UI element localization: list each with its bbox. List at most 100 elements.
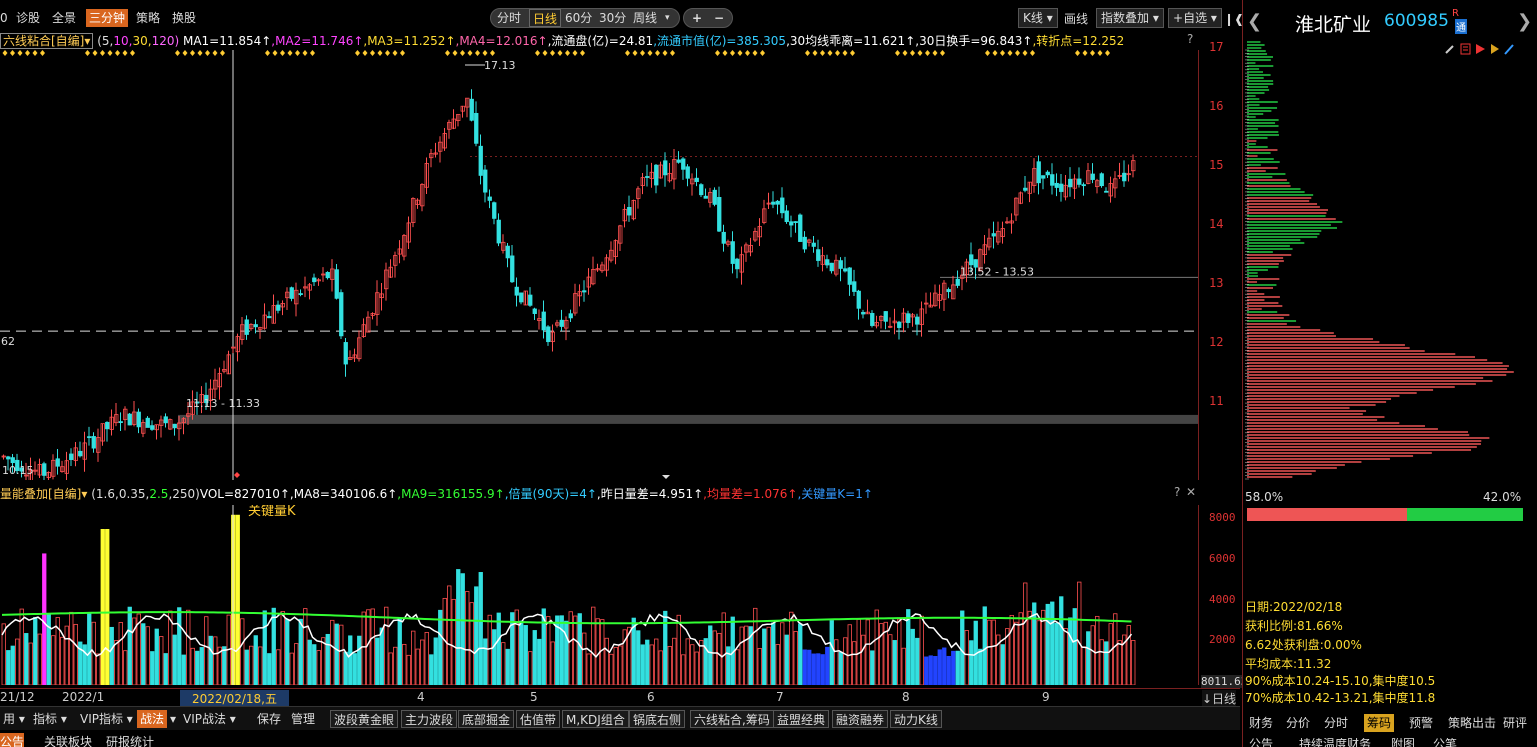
price-tick: 13 <box>1209 276 1224 290</box>
candle <box>10 457 15 464</box>
footer-tab-0[interactable]: 公告 <box>0 733 25 747</box>
zoom-out-button[interactable]: − <box>714 9 724 27</box>
candle <box>798 214 803 242</box>
bottom-tool-9[interactable]: 主力波段 <box>401 710 458 728</box>
menu-item-switch-stock[interactable]: 换股 <box>172 9 196 27</box>
right-bottom-tab[interactable]: 公告 <box>1249 738 1273 747</box>
volume-bar <box>42 553 47 686</box>
volume-indicator-selector[interactable]: 量能叠加[自编]▾ <box>0 487 87 501</box>
bottom-tool-15[interactable]: 益盟经典 <box>773 710 830 728</box>
volume-bar <box>339 624 344 686</box>
candle <box>334 269 339 299</box>
bottom-tool-11[interactable]: 估值带 <box>516 710 561 728</box>
right-tab[interactable]: 分价 <box>1283 714 1313 732</box>
volume-bar <box>780 622 785 686</box>
signal-marker <box>355 50 360 56</box>
right-tab[interactable]: 财务 <box>1246 714 1276 732</box>
candle <box>730 241 735 264</box>
signal-marker <box>100 50 105 56</box>
period-daily[interactable]: 日线 <box>529 9 562 27</box>
right-tab[interactable]: 分时 <box>1321 714 1351 732</box>
bottom-tool-2[interactable]: VIP指标 ▾ <box>77 710 136 728</box>
volume-bar <box>654 638 659 686</box>
right-tab[interactable]: 预警 <box>1406 714 1436 732</box>
prev-stock-icon[interactable]: ❮ <box>1247 11 1262 32</box>
volume-bar <box>474 586 479 686</box>
signal-marker <box>1075 50 1080 56</box>
indicator-help-icon[interactable]: ? <box>1187 32 1193 46</box>
volume-indicator-header: 量能叠加[自编]▾ (1.6,0.35,2.5,250)VOL=827010↑,… <box>0 485 873 502</box>
right-tab[interactable]: 筹码 <box>1364 714 1395 732</box>
signal-marker <box>992 50 998 56</box>
volume-bar <box>667 646 672 686</box>
volume-tick: 8000 <box>1209 511 1236 525</box>
bottom-tool-7[interactable]: 管理 <box>288 710 318 728</box>
period-weekly[interactable]: 周线 <box>633 9 657 27</box>
bottom-tool-8[interactable]: 波段黄金眼 <box>330 710 399 728</box>
candle <box>172 423 177 429</box>
draw-line-button[interactable]: 画线 <box>1064 10 1088 28</box>
bottom-tool-14[interactable]: 六线粘合,筹码 <box>690 710 774 728</box>
price-tick: 17 <box>1209 40 1224 54</box>
menu-item-0[interactable]: 0 <box>0 9 8 27</box>
candle <box>474 113 479 144</box>
volume-bar <box>739 626 744 686</box>
ind-value-6: ,30均线乖离=11.621↑ <box>786 34 916 48</box>
footer-tab-1[interactable]: 关联板块 <box>44 733 92 747</box>
zoom-in-button[interactable]: + <box>692 9 702 27</box>
menu-item-strategy[interactable]: 策略 <box>136 9 160 27</box>
volume-bar <box>141 623 146 686</box>
right-tab[interactable]: 策略出击 <box>1445 714 1499 732</box>
volume-help-icon[interactable]: ? <box>1174 485 1180 499</box>
bottom-tool-16[interactable]: 融资融券 <box>832 710 889 728</box>
next-stock-icon[interactable]: ❯ <box>1517 11 1532 32</box>
menu-item-three-minutes[interactable]: 三分钟 <box>86 9 129 27</box>
bottom-tool-3[interactable]: 战法 <box>137 710 168 728</box>
period-60min[interactable]: 60分 <box>565 9 592 27</box>
volume-bar <box>807 649 812 686</box>
bottom-tool-4[interactable]: ▾ <box>167 710 179 728</box>
kline-button[interactable]: K线 ▾ <box>1018 8 1058 28</box>
bottom-tool-10[interactable]: 底部掘金 <box>458 710 515 728</box>
menu-item-diagnose[interactable]: 诊股 <box>16 9 40 27</box>
indicator-selector[interactable]: 六线粘合[自编]▾ <box>0 33 94 49</box>
right-bottom-tab[interactable]: 财务 <box>1347 738 1371 747</box>
bottom-tool-13[interactable]: 锅底右侧 <box>629 710 686 728</box>
volume-close-icon[interactable]: ✕ <box>1186 485 1196 499</box>
period-30min[interactable]: 30分 <box>599 9 626 27</box>
bottom-tool-1[interactable]: 指标 ▾ <box>30 710 70 728</box>
volume-bar <box>303 608 308 686</box>
footer-tab-2[interactable]: 研报统计 <box>106 733 154 747</box>
bottom-tool-12[interactable]: M,KDJ组合 <box>562 710 629 728</box>
volume-panel[interactable]: 关键量K <box>0 504 1198 686</box>
volume-bar <box>532 630 537 686</box>
bottom-tool-17[interactable]: 动力K线 <box>890 710 942 728</box>
candle <box>793 221 798 223</box>
bottom-tool-6[interactable]: 保存 <box>254 710 284 728</box>
signal-marker <box>295 50 300 56</box>
index-overlay-button[interactable]: 指数叠加 ▾ <box>1096 8 1164 28</box>
volume-bar <box>537 638 542 686</box>
period-intraday[interactable]: 分时 <box>497 9 521 27</box>
stock-badge-r: R <box>1452 8 1459 19</box>
signal-marker <box>565 50 570 56</box>
period-button[interactable]: ↓日线 <box>1202 690 1237 707</box>
candle <box>856 290 861 309</box>
volume-bar <box>699 640 704 686</box>
right-bottom-tab[interactable]: 附图 <box>1391 738 1415 747</box>
kline-panel[interactable]: 17.13 10.15 11.13 - 11.33 13.52 - 13.53 62 <box>0 50 1198 490</box>
menu-item-overview[interactable]: 全景 <box>52 9 76 27</box>
volume-bar <box>375 637 380 686</box>
bottom-tool-5[interactable]: VIP战法 ▾ <box>180 710 239 728</box>
volume-bar <box>190 647 195 686</box>
right-bottom-tab[interactable]: 持续温度 <box>1299 738 1347 747</box>
period-dropdown-icon[interactable]: ▾ <box>665 9 670 27</box>
volume-bar <box>766 626 771 686</box>
volume-tick: 6000 <box>1209 551 1236 565</box>
watchlist-button[interactable]: +自选 ▾ <box>1168 8 1222 28</box>
right-bottom-tab[interactable]: 公笔 <box>1433 738 1457 747</box>
indicator-params: (5,10,30,120) <box>97 34 179 48</box>
scroll-marker <box>662 475 670 479</box>
right-tab[interactable]: 研评 <box>1500 714 1530 732</box>
bottom-tool-0[interactable]: 用 ▾ <box>0 710 28 728</box>
